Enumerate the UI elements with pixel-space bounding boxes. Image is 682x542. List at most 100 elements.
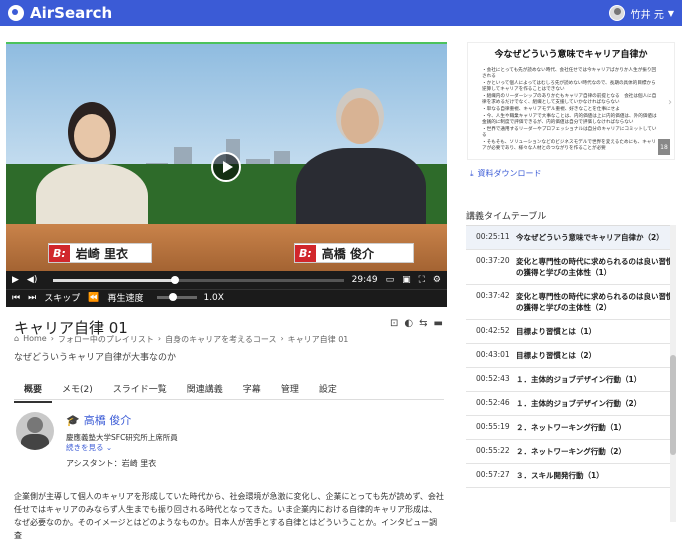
share-icon[interactable]: ⇆ <box>419 318 427 329</box>
nameplate-logo: B: <box>295 244 316 262</box>
pip-icon[interactable]: ▣ <box>402 275 411 285</box>
timeline-text: ２．ネットワーキング行動（1） <box>516 423 626 432</box>
presenter-left-face <box>74 114 110 158</box>
slide-bullet: ・かといって個人によってはむしろ先が読めない時代なので、長期の具体的目標から逆算… <box>482 81 656 92</box>
breadcrumb-current[interactable]: キャリア自律 01 <box>288 334 349 345</box>
timeline-row[interactable]: 00:43:01 目標より習慣とは（2） <box>466 344 676 368</box>
time-display: 29:49 <box>351 275 378 285</box>
timeline-time: 00:25:11 <box>476 232 510 241</box>
timeline-text: ３．スキル開発行動（1） <box>516 471 604 480</box>
tab-divider <box>14 399 444 400</box>
download-icon: ⤓ <box>470 168 474 178</box>
nameplate-right: B: 高橋 俊介 <box>294 243 414 263</box>
timeline-row[interactable]: 00:55:22 ２．ネットワーキング行動（2） <box>466 440 676 464</box>
download-link[interactable]: ⤓ 資料ダウンロード <box>470 168 542 179</box>
slide-bullets: ・会社にとっても先が読めない時代、会社任せでは今キャリアばかりか人生が振り回され… <box>482 68 660 152</box>
breadcrumb-separator: › <box>50 334 54 343</box>
breadcrumb-separator: › <box>157 334 162 343</box>
title-actions: ⊡ ◐ ⇆ ▬ <box>390 318 443 329</box>
logo-icon <box>8 5 24 21</box>
app-logo[interactable]: AirSearch <box>8 4 112 22</box>
top-bar: AirSearch 竹井 元 ▼ <box>0 0 682 26</box>
slide-title: 今なぜどういう意味でキャリア自律か <box>494 50 648 60</box>
skip-label: スキップ <box>44 294 81 304</box>
timeline-row[interactable]: 00:42:52 目標より習慣とは（1） <box>466 320 676 344</box>
timeline-row[interactable]: 00:52:46 １．主体的ジョブデザイン行動（2） <box>466 392 676 416</box>
timeline-row[interactable]: 00:57:27 ３．スキル開発行動（1） <box>466 464 676 488</box>
timeline-row[interactable]: 00:37:20 変化と専門性の時代に求められるのは良い習慣の獲得と学びの主体性（… <box>466 250 676 285</box>
graduation-cap-icon: 🎓 <box>66 413 80 427</box>
app-name: AirSearch <box>30 4 113 22</box>
slide-bullet: ・単なる自律重視、キャリアモデル重視、好きなことを仕事にせよ <box>482 107 620 112</box>
breadcrumb-home[interactable]: Home <box>23 334 47 345</box>
timeline-text: 今なぜどういう意味でキャリア自律か（2） <box>516 233 664 242</box>
timeline-row[interactable]: 00:55:19 ２．ネットワーキング行動（1） <box>466 416 676 440</box>
nameplate-logo: B: <box>49 244 70 262</box>
timeline-scrollbar[interactable] <box>670 225 676 522</box>
progress-knob[interactable] <box>171 275 180 284</box>
fullscreen-icon[interactable]: ⛶ <box>419 275 425 285</box>
progress-fill <box>53 278 176 282</box>
lecturer-name[interactable]: 🎓 高橋 俊介 <box>66 412 131 428</box>
see-more-label: 続きを見る <box>66 443 104 452</box>
timeline-text: 目標より習慣とは（1） <box>516 327 597 336</box>
timeline-row[interactable]: 00:52:43 １．主体的ジョブデザイン行動（1） <box>466 368 676 392</box>
timeline-time: 00:43:01 <box>476 350 510 359</box>
lecture-description: 企業側が主導して個人のキャリアを形成していた時代から、社会環境が急激に変化し、企… <box>14 492 444 540</box>
timeline-text: 変化と専門性の時代に求められるのは良い習慣の獲得と学びの主体性（1） <box>516 257 674 277</box>
timeline-text: 変化と専門性の時代に求められるのは良い習慣の獲得と学びの主体性（2） <box>516 292 674 312</box>
timeline-row[interactable]: 00:37:42 変化と専門性の時代に求められるのは良い習慣の獲得と学びの主体性（… <box>466 285 676 320</box>
skip-back-icon[interactable]: ⏮ <box>12 293 20 303</box>
user-menu[interactable]: 竹井 元 ▼ <box>608 5 674 21</box>
volume-icon[interactable]: ◀) <box>27 275 37 285</box>
slide-preview[interactable]: 今なぜどういう意味でキャリア自律か ・会社にとっても先が読めない時代、会社任せで… <box>467 42 675 160</box>
scrollbar-thumb[interactable] <box>670 355 676 455</box>
timeline-text: １．主体的ジョブデザイン行動（1） <box>516 375 642 384</box>
slide-bullet: ・そもそも、ソリューションなどのビジネスモデルで世界を変えるためにも、キャリアが… <box>482 140 656 151</box>
slide-bullet: ・組織内のリーダーシップのありかたもキャリア自律の前提となる 会社は個人に自律を… <box>482 94 657 105</box>
see-more-link[interactable]: 続きを見る ⌄ <box>66 442 112 453</box>
lecturer-name-text: 高橋 俊介 <box>83 414 132 427</box>
timeline-time: 00:57:27 <box>476 470 510 479</box>
nameplate-left-text: 岩崎 里衣 <box>75 246 128 261</box>
timeline-time: 00:55:22 <box>476 446 510 455</box>
timeline-time: 00:37:20 <box>476 256 510 265</box>
slide-page-number: 18 <box>658 139 670 155</box>
timeline-time: 00:37:42 <box>476 291 510 300</box>
comment-icon[interactable]: ▬ <box>434 318 443 329</box>
slide-bullet: ・今、人生や職業キャリアで大事なことは、内的価値は上に内的価値は、外的価値は金銭… <box>482 114 657 125</box>
presenter-right-face <box>341 98 379 144</box>
chevron-down-icon: ⌄ <box>105 443 113 452</box>
slide-bullet: ・会社にとっても先が読めない時代、会社任せでは今キャリアばかりか人生が振り回され… <box>482 68 657 79</box>
nameplate-left: B: 岩崎 里衣 <box>48 243 152 263</box>
timeline-time: 00:55:19 <box>476 422 510 431</box>
contrast-icon[interactable]: ◐ <box>404 318 413 329</box>
speed-knob[interactable] <box>169 293 178 301</box>
timeline-title: 講義タイムテーブル <box>466 212 547 222</box>
timeline-time: 00:42:52 <box>476 326 510 335</box>
play-icon[interactable]: ▶ <box>12 275 19 285</box>
bookmark-icon[interactable]: ⊡ <box>390 318 398 329</box>
assistant-info: アシスタント：岩崎 里衣 <box>66 459 157 468</box>
timeline-text: １．主体的ジョブデザイン行動（2） <box>516 399 642 408</box>
subtitle-icon[interactable]: ▭ <box>386 275 395 285</box>
timeline-list: 00:25:11 今なぜどういう意味でキャリア自律か（2） 00:37:20 変化と… <box>466 225 676 522</box>
progress-bar[interactable] <box>53 275 344 284</box>
slide-bullet: ・世界で通用するリーダーやプロフェッショナルは自分のキャリアにコミットしている <box>482 127 657 138</box>
rewind-icon[interactable]: ⏪ <box>88 293 99 303</box>
nameplate-right-text: 高橋 俊介 <box>321 246 374 261</box>
video-player[interactable]: B: 岩崎 里衣 B: 高橋 俊介 <box>6 42 447 289</box>
skip-forward-icon[interactable]: ⏭ <box>28 293 36 303</box>
speed-slider[interactable] <box>157 293 198 301</box>
timeline-time: 00:52:43 <box>476 374 510 383</box>
breadcrumb-course[interactable]: 自身のキャリアを考えるコース <box>165 334 276 345</box>
timeline-row[interactable]: 00:25:11 今なぜどういう意味でキャリア自律か（2） <box>466 226 676 250</box>
breadcrumb-playlist[interactable]: フォロー中のプレイリスト <box>58 334 154 345</box>
play-button[interactable] <box>211 152 241 182</box>
gear-icon[interactable]: ⚙ <box>433 275 441 285</box>
chevron-right-icon[interactable]: › <box>668 97 672 108</box>
avatar <box>608 5 625 21</box>
speed-label: 再生速度 <box>107 294 144 304</box>
lecture-subtitle: なぜどういうキャリア自律が大事なのか <box>14 353 177 363</box>
timeline-time: 00:52:46 <box>476 398 510 407</box>
